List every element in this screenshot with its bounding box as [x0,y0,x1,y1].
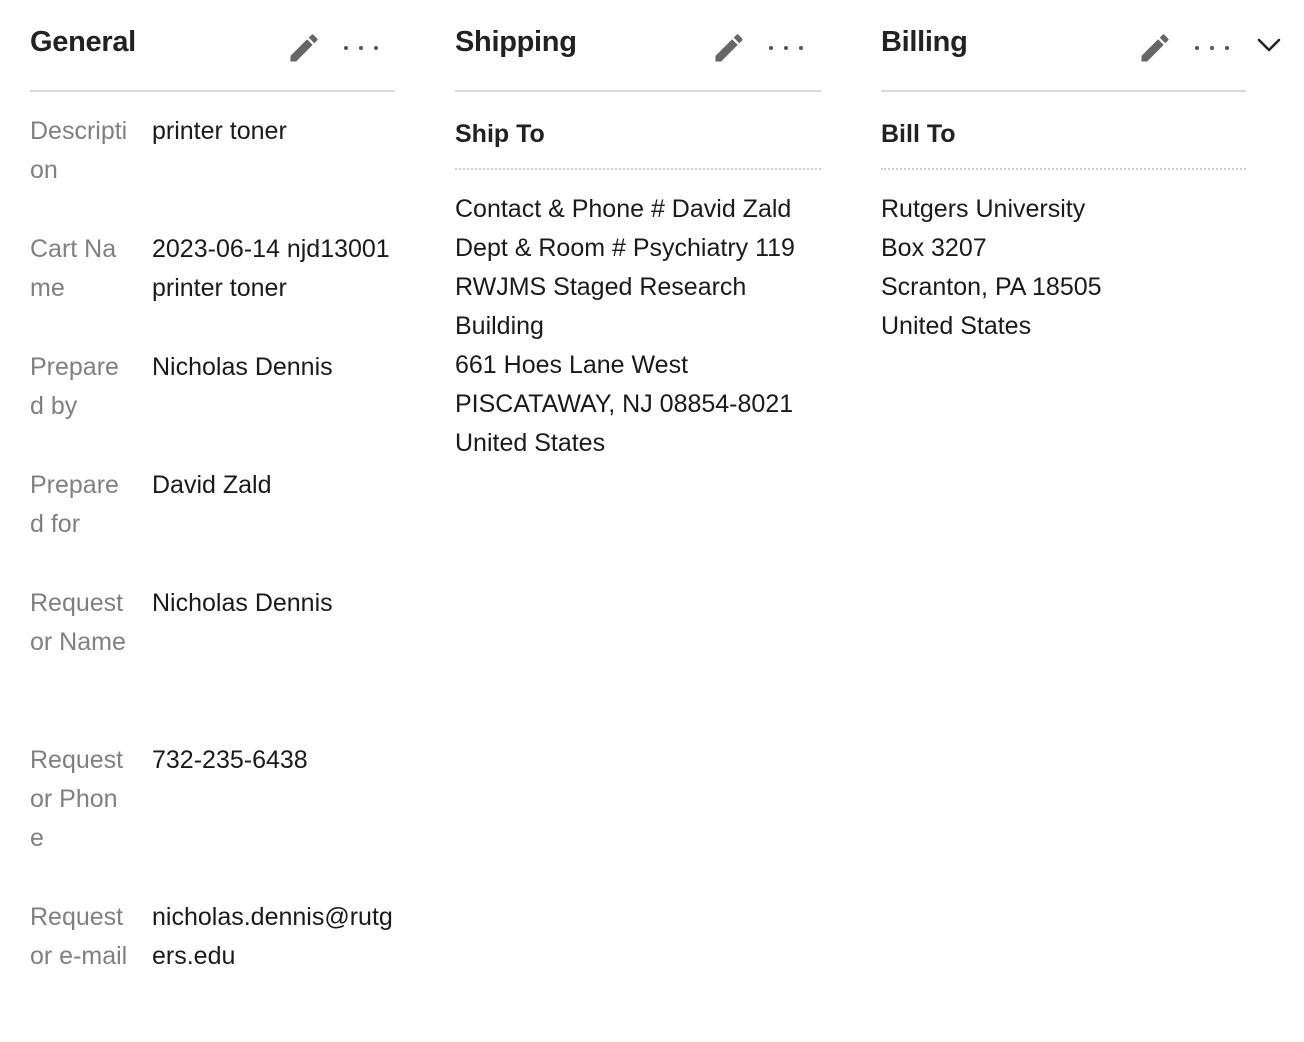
more-dot [1210,46,1214,50]
field-value: nicholas.dennis@rutgers.edu [152,903,393,970]
field-label: Requestor Name [30,589,126,656]
address-line: Contact & Phone # David Zald [455,195,792,223]
general-edit-button[interactable] [286,30,322,66]
collapse-button[interactable] [1254,30,1284,60]
general-more-button[interactable] [340,36,382,60]
pencil-icon [290,34,318,62]
more-dot [799,46,803,50]
billing-header: Billing [881,0,1246,92]
more-horizontal-icon [344,46,348,50]
shipping-header: Shipping [455,0,821,92]
field-value: Nicholas Dennis [152,353,333,381]
billing-more-button[interactable] [1191,36,1233,60]
general-header: General [30,0,395,92]
more-dot [359,46,363,50]
more-dot [374,46,378,50]
ship-to-address: Contact & Phone # David Zald Dept & Room… [455,190,821,463]
general-title: General [30,26,136,58]
field-label: Requestor Phone [30,746,124,852]
shipping-edit-button[interactable] [711,30,747,66]
address-line: Box 3207 [881,234,987,262]
bill-to-divider [881,168,1246,170]
address-line: United States [455,429,606,457]
field-value: 732-235-6438 [152,746,308,774]
address-line: 661 Hoes Lane West [455,351,689,379]
shipping-title: Shipping [455,26,577,58]
pencil-icon [715,34,743,62]
field-label: Cart Name [30,235,117,302]
field-value: David Zald [152,471,272,499]
pencil-icon [1141,34,1169,62]
address-line: PISCATAWAY, NJ 08854-8021 [455,390,794,418]
ship-to-heading: Ship To [455,120,545,148]
bill-to-heading: Bill To [881,120,956,148]
chevron-down-icon [1257,38,1281,52]
address-line: Dept & Room # Psychiatry 119 [455,234,795,262]
field-label: Description [30,117,128,184]
shipping-panel: Shipping Ship To Contact & Phone # David… [455,0,821,500]
billing-title: Billing [881,26,968,58]
billing-panel: Billing Bill To Rutgers University Box 3… [881,0,1246,400]
field-value: printer toner [152,117,287,145]
ship-to-divider [455,168,821,170]
more-dot [1225,46,1229,50]
more-horizontal-icon [769,46,773,50]
field-value: Nicholas Dennis [152,589,333,617]
field-label: Prepared for [30,471,119,538]
more-horizontal-icon [1195,46,1199,50]
general-panel: General Description printer toner Cart N… [30,0,395,1042]
address-line: United States [881,312,1032,340]
shipping-more-button[interactable] [765,36,807,60]
more-dot [784,46,788,50]
address-line: Rutgers University [881,195,1086,223]
field-label: Requestor e-mail [30,903,128,970]
field-label: Prepared by [30,353,119,420]
address-line: Scranton, PA 18505 [881,273,1102,301]
bill-to-address: Rutgers University Box 3207 Scranton, PA… [881,190,1246,346]
field-value: 2023-06-14 njd13001 printer toner [152,235,390,302]
address-line: RWJMS Staged Research Building [455,273,747,340]
billing-edit-button[interactable] [1137,30,1173,66]
